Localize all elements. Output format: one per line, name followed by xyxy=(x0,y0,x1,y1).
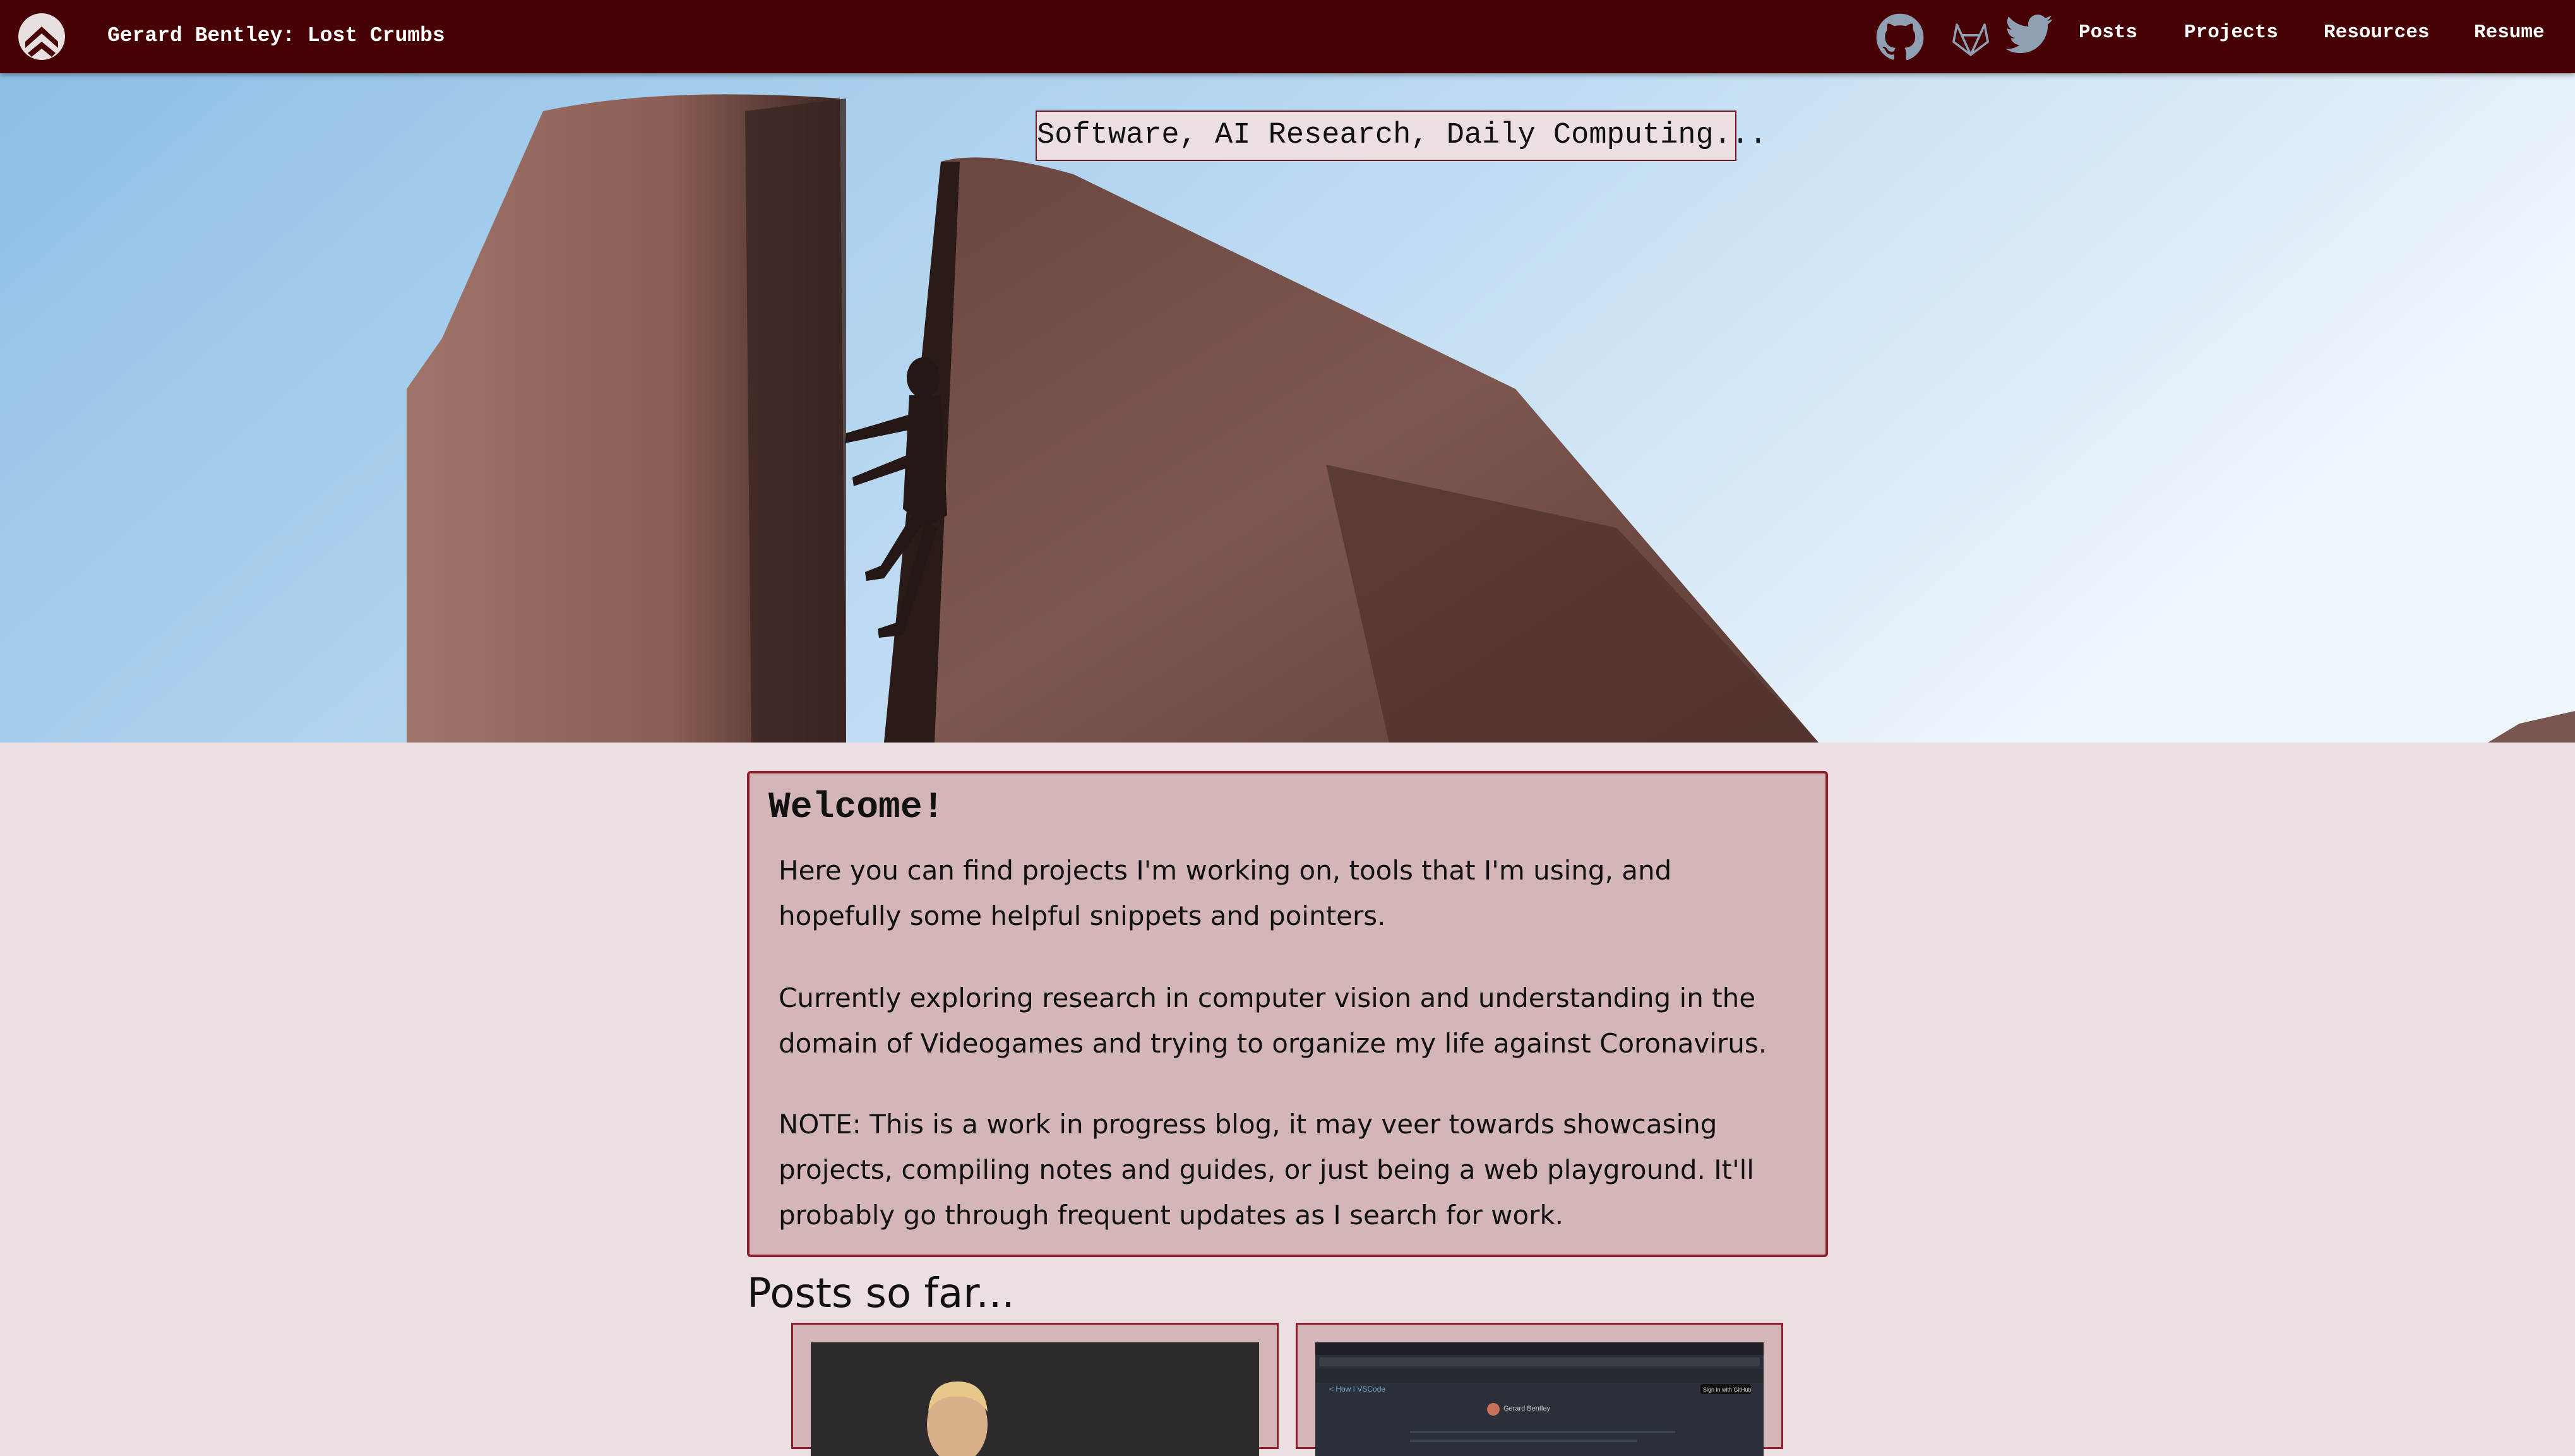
github-icon[interactable] xyxy=(1875,13,1925,62)
welcome-paragraph-1: Here you can find projects I'm working o… xyxy=(779,855,1672,931)
nav-resume[interactable]: Resume xyxy=(2474,21,2545,44)
welcome-paragraph-2: Currently exploring research in computer… xyxy=(779,982,1767,1059)
post-card[interactable]: < How I VSCode Sign in with GitHub Gerar… xyxy=(1296,1323,1783,1456)
hero-banner xyxy=(0,73,2575,743)
post-card[interactable] xyxy=(791,1323,1279,1456)
welcome-card: Welcome! Here you can find projects I'm … xyxy=(747,771,1828,1257)
posts-heading: Posts so far... xyxy=(747,1270,1015,1317)
nav-projects[interactable]: Projects xyxy=(2184,21,2278,44)
hero-tagline: Software, AI Research, Daily Computing..… xyxy=(1036,110,1767,161)
twitter-icon[interactable] xyxy=(2005,14,2053,56)
post-thumbnail: < How I VSCode Sign in with GitHub Gerar… xyxy=(1315,1342,1764,1456)
welcome-heading: Welcome! xyxy=(768,787,945,828)
gitlab-icon[interactable] xyxy=(1951,20,1990,57)
chevron-logo-icon[interactable] xyxy=(18,13,66,61)
thumb-author: Gerard Bentley xyxy=(1503,1405,1550,1412)
thumb-signin: Sign in with GitHub xyxy=(1703,1387,1752,1393)
site-title[interactable]: Gerard Bentley: Lost Crumbs xyxy=(107,24,445,47)
post-thumbnail xyxy=(811,1342,1259,1456)
welcome-paragraph-3: NOTE: This is a work in progress blog, i… xyxy=(779,1109,1754,1231)
thumb-nav-link: < How I VSCode xyxy=(1329,1385,1385,1393)
nav-posts[interactable]: Posts xyxy=(2079,21,2137,44)
nav-resources[interactable]: Resources xyxy=(2324,21,2429,44)
navbar: Gerard Bentley: Lost Crumbs Posts Projec… xyxy=(0,0,2575,73)
climber-rock-photo xyxy=(0,73,2575,743)
